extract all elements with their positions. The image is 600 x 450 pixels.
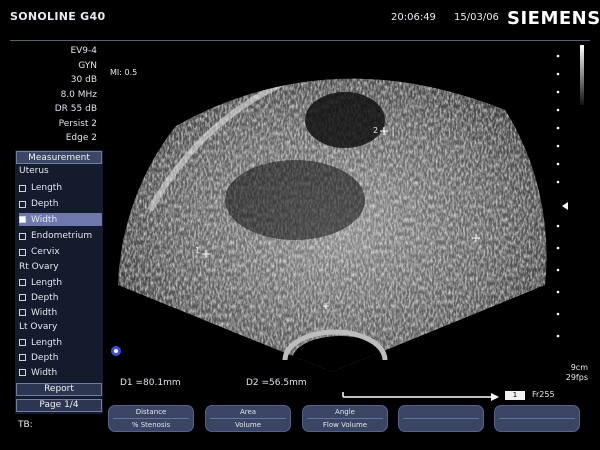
checkbox-icon (19, 279, 26, 286)
orientation-star-icon (111, 346, 121, 356)
checkbox-icon (19, 294, 26, 301)
item-rt-ovary-depth[interactable]: Depth (19, 290, 102, 305)
fps-value: 29fps (565, 373, 588, 382)
checkbox-icon (19, 248, 26, 256)
mechanical-index: MI: 0.5 (110, 68, 138, 77)
softkey-divider (210, 418, 286, 419)
item-label: Width (31, 367, 58, 378)
softkey-divider (113, 418, 189, 419)
item-uterus-length[interactable]: Length (19, 180, 102, 196)
item-label: Depth (31, 292, 59, 303)
softkey-divider (403, 418, 479, 419)
softkey-empty-4[interactable] (398, 405, 484, 432)
item-label: Endometrium (31, 231, 93, 241)
caliper-label-1: 1 (195, 246, 201, 255)
depth-scale (556, 54, 568, 338)
softkey-divider (307, 418, 383, 419)
item-rt-ovary-length[interactable]: Length (19, 275, 102, 290)
checkbox-icon (19, 216, 26, 223)
softkey-divider (499, 418, 575, 419)
item-lt-ovary-depth[interactable]: Depth (19, 350, 102, 365)
item-label: Depth (31, 352, 59, 363)
item-lt-ovary-length[interactable]: Length (19, 335, 102, 350)
depth-fps-readout: 9cm 29fps (558, 363, 588, 383)
softkey-angle[interactable]: Angle Flow Volume (302, 405, 388, 432)
item-label: Length (31, 337, 63, 348)
softkey-bottom-label: % Stenosis (131, 421, 171, 429)
frame-number: Fr255 (532, 390, 555, 399)
softkey-bottom-label: Flow Volume (322, 421, 368, 429)
checkbox-icon (19, 369, 26, 376)
item-label: Depth (31, 199, 59, 209)
measurement-d2: D2 =56.5mm (246, 378, 307, 388)
checkbox-icon (19, 354, 26, 361)
item-uterus-width[interactable]: Width (19, 213, 102, 226)
measurement-panel-title: Measurement (16, 151, 102, 164)
frame-badge: 1 (505, 391, 525, 400)
checkbox-icon (19, 200, 26, 208)
checkbox-icon (19, 339, 26, 346)
checkbox-icon (19, 232, 26, 240)
item-label: Length (31, 277, 63, 288)
grayscale-bar (580, 45, 584, 105)
measurement-list: Uterus Length Depth Width Endometrium Ce… (19, 166, 102, 380)
softkey-top-label: Angle (335, 408, 355, 416)
item-label: Width (31, 214, 58, 225)
item-rt-ovary-width[interactable]: Width (19, 305, 102, 320)
depth-value: 9cm (570, 363, 588, 372)
group-uterus: Uterus (19, 166, 49, 176)
item-uterus-endometrium[interactable]: Endometrium (19, 228, 102, 244)
item-lt-ovary-width[interactable]: Width (19, 365, 102, 380)
cine-timeline[interactable] (342, 392, 499, 401)
item-uterus-depth[interactable]: Depth (19, 196, 102, 212)
softkey-top-label: Distance (135, 408, 167, 416)
group-lt-ovary: Lt Ovary (19, 322, 58, 332)
softkey-area[interactable]: Area Volume (205, 405, 291, 432)
measurement-d1: D1 =80.1mm (120, 378, 181, 388)
tb-label: TB: (18, 420, 33, 430)
softkey-distance[interactable]: Distance % Stenosis (108, 405, 194, 432)
item-label: Length (31, 183, 63, 193)
checkbox-icon (19, 184, 26, 192)
caliper-label-2: 2 (373, 126, 379, 135)
softkey-top-label: Area (239, 408, 257, 416)
softkey-bottom-label: Volume (234, 421, 262, 429)
group-rt-ovary: Rt Ovary (19, 262, 59, 272)
item-uterus-cervix[interactable]: Cervix (19, 244, 102, 260)
checkbox-icon (19, 309, 26, 316)
item-label: Width (31, 307, 58, 318)
page-button[interactable]: Page 1/4 (16, 399, 102, 412)
softkey-empty-5[interactable] (494, 405, 580, 432)
item-label: Cervix (31, 247, 60, 257)
report-button[interactable]: Report (16, 383, 102, 396)
